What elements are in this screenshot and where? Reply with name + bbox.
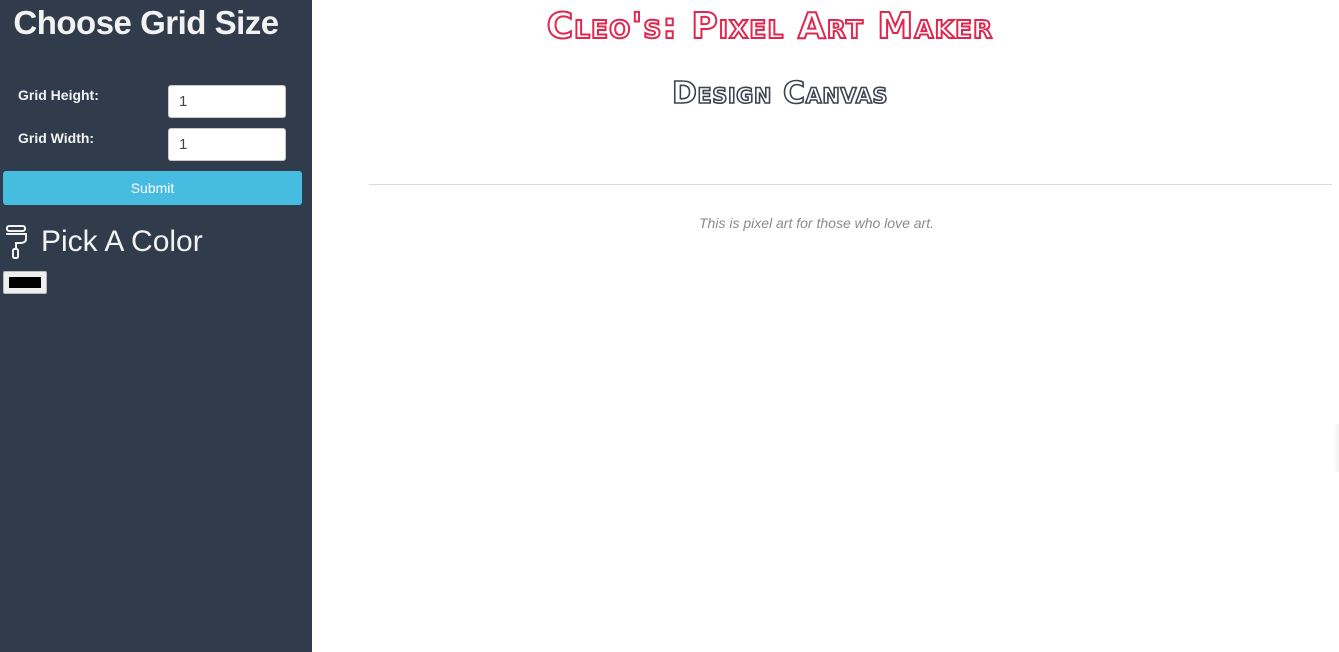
color-swatch: [9, 277, 41, 288]
sidebar: Choose Grid Size Grid Height: Grid Width…: [0, 0, 312, 652]
submit-button[interactable]: Submit: [3, 171, 302, 205]
divider: [369, 184, 1332, 185]
grid-height-label: Grid Height:: [18, 87, 99, 103]
grid-width-label: Grid Width:: [18, 130, 95, 146]
paint-roller-icon: [3, 224, 31, 260]
pick-color-label: Pick A Color: [41, 225, 203, 258]
grid-height-input[interactable]: [168, 85, 286, 118]
canvas-title: Design Canvas: [671, 75, 888, 112]
edge-shadow: [1333, 424, 1339, 472]
page-title: Cleo's: Pixel Art Maker: [546, 5, 994, 48]
pick-color-heading: Pick A Color: [3, 222, 203, 262]
tagline: This is pixel art for those who love art…: [699, 215, 934, 231]
grid-width-input[interactable]: [168, 128, 286, 161]
color-picker[interactable]: [3, 271, 47, 294]
grid-size-heading: Choose Grid Size: [13, 4, 279, 41]
